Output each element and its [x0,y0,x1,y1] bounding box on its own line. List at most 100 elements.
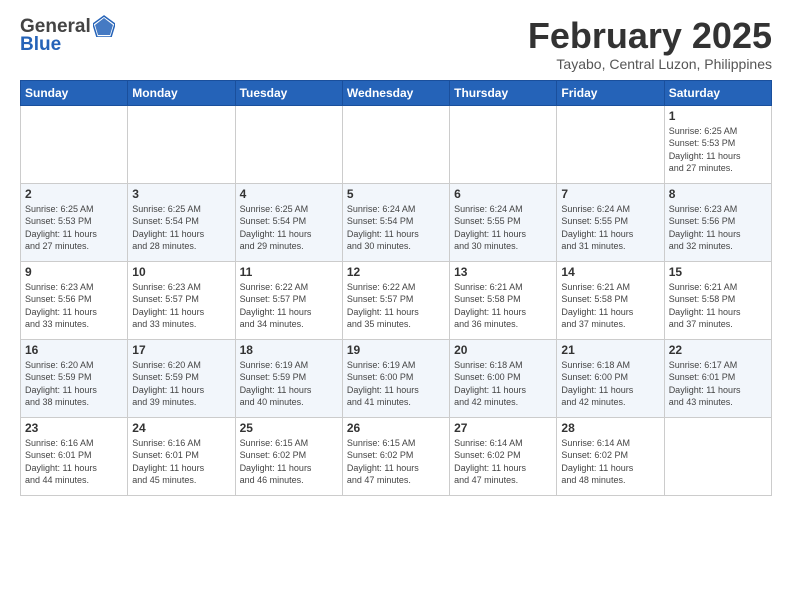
calendar-cell: 2 Sunrise: 6:25 AM Sunset: 5:53 PM Daylig… [21,183,128,261]
calendar-cell: 13 Sunrise: 6:21 AM Sunset: 5:58 PM Dayli… [450,261,557,339]
calendar-cell: 9 Sunrise: 6:23 AM Sunset: 5:56 PM Daylig… [21,261,128,339]
day-info: Sunrise: 6:24 AM Sunset: 5:55 PM Dayligh… [454,203,552,253]
logo-blue: Blue [20,34,61,56]
col-monday: Monday [128,80,235,105]
calendar-week-0: 1 Sunrise: 6:25 AM Sunset: 5:53 PM Daylig… [21,105,772,183]
col-friday: Friday [557,80,664,105]
calendar-cell: 17Sunrise: 6:20 AM Sunset: 5:59 PM Dayli… [128,339,235,417]
day-info: Sunrise: 6:21 AM Sunset: 5:58 PM Dayligh… [669,281,767,331]
day-info: Sunrise: 6:14 AM Sunset: 6:02 PM Dayligh… [561,437,659,487]
day-number: 11 [240,265,338,279]
day-number: 20 [454,343,552,357]
day-info: Sunrise: 6:16 AM Sunset: 6:01 PM Dayligh… [25,437,123,487]
calendar-cell: 8 Sunrise: 6:23 AM Sunset: 5:56 PM Daylig… [664,183,771,261]
calendar-cell: 1 Sunrise: 6:25 AM Sunset: 5:53 PM Daylig… [664,105,771,183]
calendar-week-3: 16 Sunrise: 6:20 AM Sunset: 5:59 PM Dayli… [21,339,772,417]
day-number: 1 [669,109,767,123]
calendar-table: Sunday Monday Tuesday Wednesday Thursday… [20,80,772,496]
col-thursday: Thursday [450,80,557,105]
day-info: Sunrise: 6:25 AM Sunset: 5:54 PM Dayligh… [240,203,338,253]
calendar-cell: 18 Sunrise: 6:19 AM Sunset: 5:59 PM Dayli… [235,339,342,417]
calendar-cell: 23 Sunrise: 6:16 AM Sunset: 6:01 PM Dayli… [21,417,128,495]
day-info: Sunrise: 6:25 AM Sunset: 5:54 PM Dayligh… [132,203,230,253]
calendar-cell: 14Sunrise: 6:21 AM Sunset: 5:58 PM Dayli… [557,261,664,339]
logo: General Blue [20,16,115,56]
day-info: Sunrise: 6:24 AM Sunset: 5:55 PM Dayligh… [561,203,659,253]
day-number: 2 [25,187,123,201]
day-number: 24 [132,421,230,435]
calendar-cell: 11 Sunrise: 6:22 AM Sunset: 5:57 PM Dayli… [235,261,342,339]
day-number: 23 [25,421,123,435]
day-info: Sunrise: 6:23 AM Sunset: 5:56 PM Dayligh… [669,203,767,253]
day-info: Sunrise: 6:17 AM Sunset: 6:01 PM Dayligh… [669,359,767,409]
day-info: Sunrise: 6:15 AM Sunset: 6:02 PM Dayligh… [240,437,338,487]
day-number: 8 [669,187,767,201]
logo-icon [93,15,115,37]
day-number: 4 [240,187,338,201]
day-number: 16 [25,343,123,357]
calendar-cell: 12 Sunrise: 6:22 AM Sunset: 5:57 PM Dayli… [342,261,449,339]
day-info: Sunrise: 6:19 AM Sunset: 5:59 PM Dayligh… [240,359,338,409]
title-area: February 2025 Tayabo, Central Luzon, Phi… [528,16,772,72]
col-sunday: Sunday [21,80,128,105]
col-tuesday: Tuesday [235,80,342,105]
calendar-cell: 15 Sunrise: 6:21 AM Sunset: 5:58 PM Dayli… [664,261,771,339]
calendar-cell [235,105,342,183]
day-number: 28 [561,421,659,435]
day-info: Sunrise: 6:15 AM Sunset: 6:02 PM Dayligh… [347,437,445,487]
day-info: Sunrise: 6:23 AM Sunset: 5:57 PM Dayligh… [132,281,230,331]
day-number: 21 [561,343,659,357]
calendar-title: February 2025 [528,16,772,56]
calendar-cell: 5 Sunrise: 6:24 AM Sunset: 5:54 PM Daylig… [342,183,449,261]
calendar-cell [342,105,449,183]
header-row: Sunday Monday Tuesday Wednesday Thursday… [21,80,772,105]
day-info: Sunrise: 6:25 AM Sunset: 5:53 PM Dayligh… [25,203,123,253]
calendar-week-2: 9 Sunrise: 6:23 AM Sunset: 5:56 PM Daylig… [21,261,772,339]
col-saturday: Saturday [664,80,771,105]
calendar-cell: 10Sunrise: 6:23 AM Sunset: 5:57 PM Dayli… [128,261,235,339]
col-wednesday: Wednesday [342,80,449,105]
calendar-cell: 26Sunrise: 6:15 AM Sunset: 6:02 PM Dayli… [342,417,449,495]
calendar-week-1: 2 Sunrise: 6:25 AM Sunset: 5:53 PM Daylig… [21,183,772,261]
day-number: 19 [347,343,445,357]
calendar-cell: 25Sunrise: 6:15 AM Sunset: 6:02 PM Dayli… [235,417,342,495]
calendar-cell [557,105,664,183]
day-info: Sunrise: 6:19 AM Sunset: 6:00 PM Dayligh… [347,359,445,409]
day-info: Sunrise: 6:22 AM Sunset: 5:57 PM Dayligh… [347,281,445,331]
day-info: Sunrise: 6:24 AM Sunset: 5:54 PM Dayligh… [347,203,445,253]
calendar-cell [450,105,557,183]
calendar-cell: 6 Sunrise: 6:24 AM Sunset: 5:55 PM Daylig… [450,183,557,261]
day-number: 22 [669,343,767,357]
day-number: 17 [132,343,230,357]
day-info: Sunrise: 6:18 AM Sunset: 6:00 PM Dayligh… [454,359,552,409]
calendar-cell: 22 Sunrise: 6:17 AM Sunset: 6:01 PM Dayli… [664,339,771,417]
day-number: 5 [347,187,445,201]
day-number: 12 [347,265,445,279]
calendar-cell [128,105,235,183]
day-info: Sunrise: 6:20 AM Sunset: 5:59 PM Dayligh… [25,359,123,409]
calendar-cell [21,105,128,183]
day-info: Sunrise: 6:16 AM Sunset: 6:01 PM Dayligh… [132,437,230,487]
day-number: 3 [132,187,230,201]
day-info: Sunrise: 6:23 AM Sunset: 5:56 PM Dayligh… [25,281,123,331]
day-number: 27 [454,421,552,435]
day-number: 18 [240,343,338,357]
day-number: 9 [25,265,123,279]
calendar-cell [664,417,771,495]
calendar-cell: 4 Sunrise: 6:25 AM Sunset: 5:54 PM Daylig… [235,183,342,261]
day-number: 13 [454,265,552,279]
day-info: Sunrise: 6:21 AM Sunset: 5:58 PM Dayligh… [561,281,659,331]
day-number: 15 [669,265,767,279]
day-number: 7 [561,187,659,201]
calendar-subtitle: Tayabo, Central Luzon, Philippines [528,56,772,72]
calendar-cell: 7 Sunrise: 6:24 AM Sunset: 5:55 PM Daylig… [557,183,664,261]
day-info: Sunrise: 6:21 AM Sunset: 5:58 PM Dayligh… [454,281,552,331]
day-info: Sunrise: 6:22 AM Sunset: 5:57 PM Dayligh… [240,281,338,331]
calendar-cell: 24 Sunrise: 6:16 AM Sunset: 6:01 PM Dayli… [128,417,235,495]
day-info: Sunrise: 6:25 AM Sunset: 5:53 PM Dayligh… [669,125,767,175]
day-number: 6 [454,187,552,201]
calendar-cell: 21Sunrise: 6:18 AM Sunset: 6:00 PM Dayli… [557,339,664,417]
calendar-page: General Blue February 2025 Tayabo, Centr… [0,0,792,506]
calendar-cell: 19 Sunrise: 6:19 AM Sunset: 6:00 PM Dayli… [342,339,449,417]
calendar-cell: 28 Sunrise: 6:14 AM Sunset: 6:02 PM Dayli… [557,417,664,495]
